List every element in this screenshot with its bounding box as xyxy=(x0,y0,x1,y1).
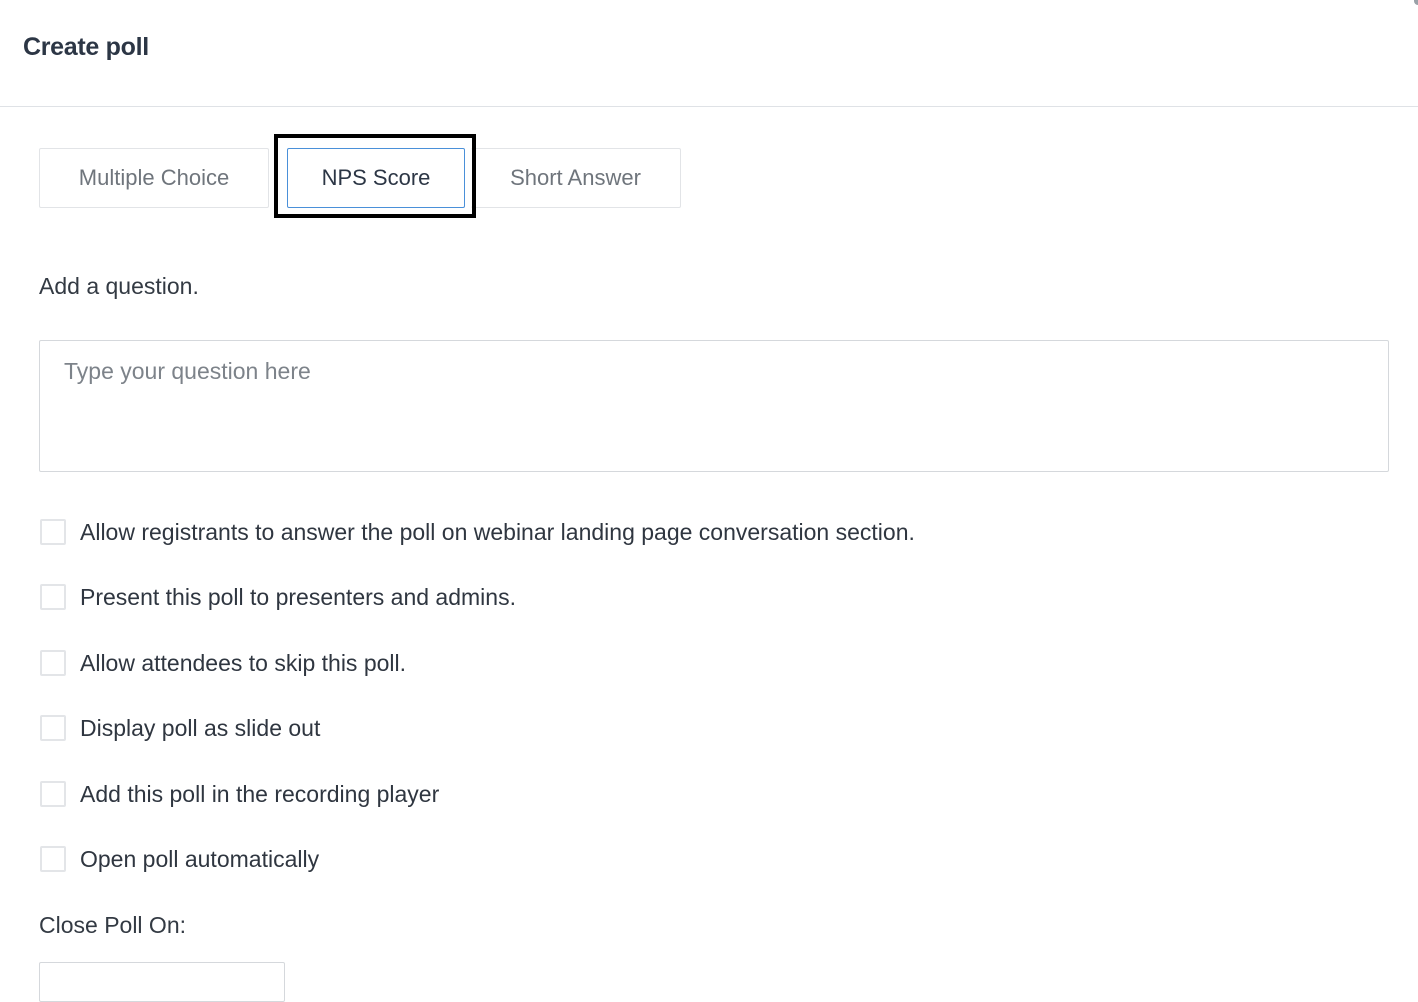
page-title: Create poll xyxy=(23,33,149,61)
corner-mark xyxy=(1414,0,1418,5)
option-label: Add this poll in the recording player xyxy=(80,780,440,807)
question-label: Add a question. xyxy=(39,273,199,299)
tab-multiple-choice[interactable]: Multiple Choice xyxy=(39,148,269,208)
checkbox[interactable] xyxy=(40,781,66,807)
option-label: Allow attendees to skip this poll. xyxy=(80,649,407,676)
option-recording-player[interactable]: Add this poll in the recording player xyxy=(40,779,439,809)
checkbox[interactable] xyxy=(40,715,66,741)
checkbox[interactable] xyxy=(40,846,66,872)
checkbox[interactable] xyxy=(40,519,66,545)
question-input[interactable] xyxy=(39,340,1389,472)
option-slide-out[interactable]: Display poll as slide out xyxy=(40,713,320,743)
option-present-to-presenters[interactable]: Present this poll to presenters and admi… xyxy=(40,582,516,612)
dialog-header: Create poll xyxy=(0,0,1418,107)
option-label: Allow registrants to answer the poll on … xyxy=(80,518,915,545)
option-allow-registrants[interactable]: Allow registrants to answer the poll on … xyxy=(40,517,915,547)
tab-short-answer[interactable]: Short Answer xyxy=(471,148,681,208)
checkbox[interactable] xyxy=(40,650,66,676)
option-label: Display poll as slide out xyxy=(80,714,321,741)
option-label: Open poll automatically xyxy=(80,845,320,872)
close-poll-label: Close Poll On: xyxy=(39,912,187,938)
checkbox[interactable] xyxy=(40,584,66,610)
option-open-automatically[interactable]: Open poll automatically xyxy=(40,844,319,874)
option-allow-skip[interactable]: Allow attendees to skip this poll. xyxy=(40,648,406,678)
option-label: Present this poll to presenters and admi… xyxy=(80,583,516,610)
close-poll-select[interactable] xyxy=(39,962,285,1002)
tab-nps-score[interactable]: NPS Score xyxy=(287,148,465,208)
